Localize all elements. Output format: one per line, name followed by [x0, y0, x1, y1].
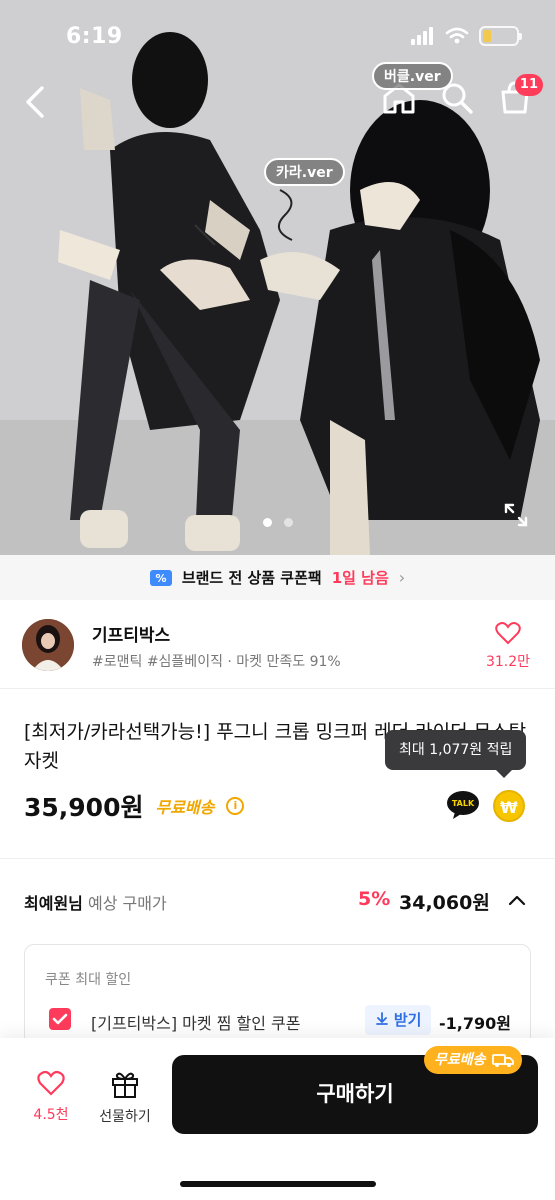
- check-icon: [52, 1013, 68, 1025]
- gift-button[interactable]: 선물하기: [92, 1070, 158, 1126]
- back-arrow-icon[interactable]: [18, 82, 54, 122]
- wifi-icon: [445, 27, 469, 44]
- svg-text:%: %: [155, 572, 166, 585]
- seller-like-button[interactable]: 31.2만: [483, 621, 533, 671]
- chevron-up-icon[interactable]: [507, 890, 527, 910]
- discount-percent: 5%: [358, 888, 391, 910]
- product-image-carousel[interactable]: 6:19 11 버클.ver 카라.ver: [0, 0, 555, 555]
- gift-label: 선물하기: [99, 1109, 151, 1125]
- cart-button[interactable]: 11: [497, 74, 543, 116]
- status-bar: 6:19: [0, 0, 555, 74]
- product-price: 35,900원: [24, 793, 144, 822]
- wish-button[interactable]: 4.5천: [26, 1070, 76, 1124]
- seller-name[interactable]: 기프티박스: [92, 621, 170, 646]
- expand-icon[interactable]: [503, 502, 529, 528]
- talk-chat-icon[interactable]: TALK: [447, 790, 479, 820]
- points-tooltip: 최대 1,077원 적립: [385, 730, 527, 778]
- bottom-action-bar: 4.5천 선물하기 구매하기 무료배송: [0, 1038, 555, 1200]
- status-time: 6:19: [66, 24, 123, 49]
- coupon-pack-banner[interactable]: % 브랜드 전 상품 쿠폰팩 1일 남음 ›: [0, 555, 555, 600]
- price-row: 35,900원 무료배송 i: [24, 788, 245, 824]
- home-indicator[interactable]: [180, 1181, 376, 1187]
- chevron-right-icon: ›: [398, 568, 406, 587]
- buckle-version-tag: 버클.ver: [372, 62, 453, 90]
- receive-label: 받기: [393, 1011, 422, 1029]
- seller-like-count: 31.2만: [485, 654, 531, 670]
- status-icons: [411, 26, 522, 46]
- coupon-row[interactable]: [기프티박스] 마켓 찜 할인 쿠폰 받기 -1,790원: [49, 1005, 511, 1037]
- user-name: 최예원님: [24, 894, 83, 913]
- truck-icon: [491, 1054, 514, 1067]
- carousel-dot-1[interactable]: [262, 518, 272, 527]
- expected-price-label: 최예원님 예상 구매가: [24, 890, 167, 914]
- free-shipping-badge: 무료배송: [424, 1046, 522, 1074]
- carousel-dot-2[interactable]: [283, 518, 293, 527]
- coupon-icon: %: [149, 569, 172, 586]
- expected-label-text: 예상 구매가: [87, 894, 167, 913]
- ship-badge-label: 무료배송: [434, 1052, 486, 1068]
- battery-icon: [479, 26, 522, 46]
- free-shipping-label: 무료배송: [155, 798, 215, 817]
- cart-count-badge: 11: [514, 74, 543, 96]
- signal-icon: [411, 27, 433, 45]
- collar-version-tag: 카라.ver: [264, 158, 345, 186]
- seller-avatar[interactable]: [22, 619, 74, 671]
- receive-coupon-button[interactable]: 받기: [365, 1005, 431, 1035]
- seller-row[interactable]: 기프티박스 #로맨틱 #심플베이직 · 마켓 만족도 91% 31.2만: [0, 601, 555, 689]
- download-icon: [375, 1012, 388, 1025]
- wish-count: 4.5천: [33, 1107, 69, 1123]
- talk-label: TALK: [452, 799, 475, 808]
- heart-outline-icon: [37, 1070, 65, 1096]
- gift-icon: [112, 1072, 138, 1098]
- expected-price-row[interactable]: 최예원님 예상 구매가 5% 34,060원: [24, 886, 531, 918]
- points-icon[interactable]: ₩: [493, 790, 525, 822]
- carousel-dots: [0, 518, 555, 527]
- coupon-discount: -1,790원: [439, 1014, 511, 1033]
- promo-remaining: 1일 남음: [331, 569, 389, 587]
- section-divider: [0, 858, 555, 859]
- info-icon[interactable]: i: [226, 797, 245, 815]
- coupon-name: [기프티박스] 마켓 찜 할인 쿠폰: [91, 1014, 301, 1033]
- coupon-checkbox[interactable]: [49, 1008, 71, 1030]
- heart-outline-icon: [495, 622, 521, 645]
- seller-tags: #로맨틱 #심플베이직 · 마켓 만족도 91%: [92, 654, 341, 670]
- expected-price: 34,060원: [399, 892, 490, 914]
- coupon-header: 쿠폰 최대 할인: [45, 972, 132, 988]
- promo-text: 브랜드 전 상품 쿠폰팩: [181, 569, 322, 587]
